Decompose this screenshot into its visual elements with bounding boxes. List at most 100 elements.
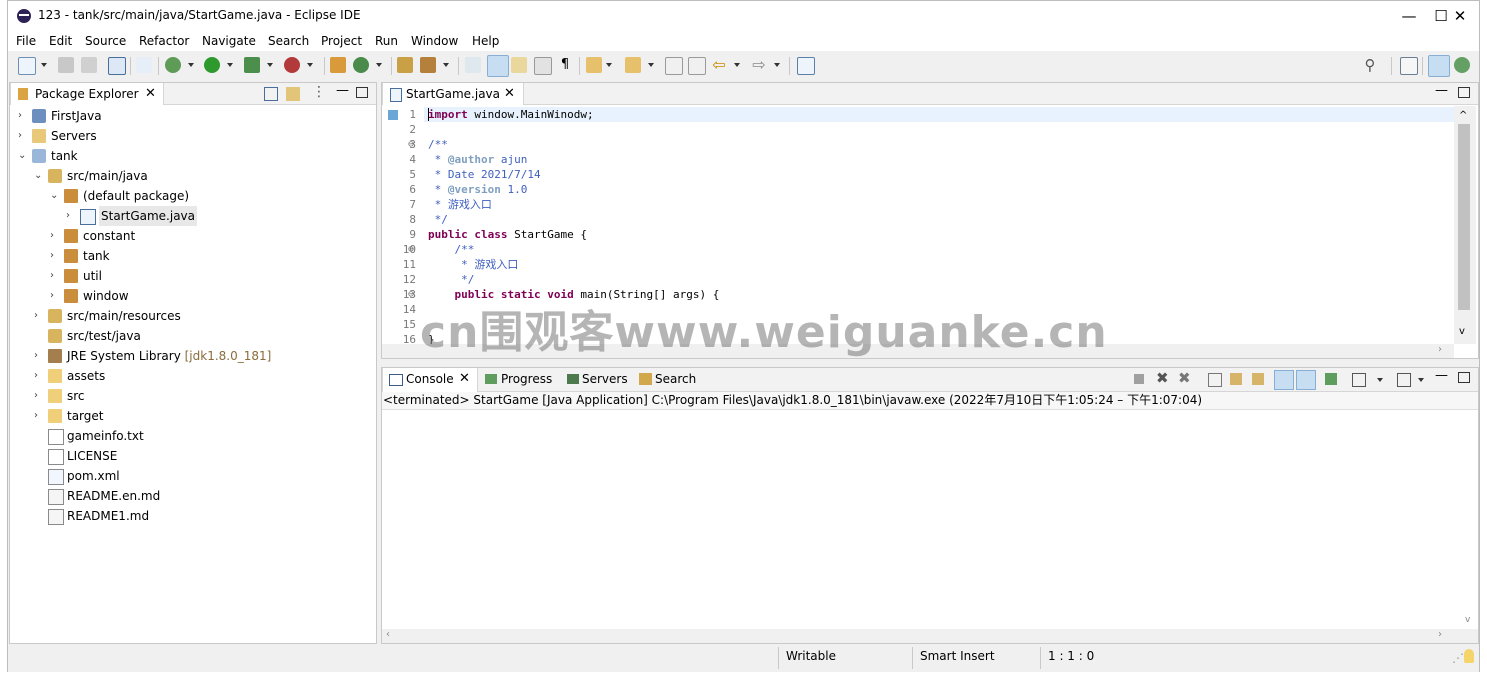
chevron-right-icon[interactable]: › (34, 306, 44, 326)
next-annotation-icon[interactable] (586, 57, 602, 73)
tree-item[interactable]: ⌄ (default package) (10, 186, 376, 206)
toggle-word-wrap-icon[interactable] (511, 57, 527, 73)
tree-item[interactable]: › StartGame.java (10, 206, 376, 226)
menu-navigate[interactable]: Navigate (202, 34, 256, 48)
save-all-icon[interactable] (81, 57, 97, 73)
open-task-icon[interactable] (420, 57, 436, 73)
back-icon[interactable]: ⇦ (711, 57, 727, 73)
next-annotation-dropdown-icon[interactable] (606, 63, 612, 67)
chevron-down-icon[interactable]: v (1459, 326, 1465, 337)
new-dropdown-icon[interactable] (41, 63, 47, 67)
chevron-right-icon[interactable]: › (18, 106, 28, 126)
chevron-down-icon[interactable]: ⌄ (50, 186, 60, 206)
quick-access-search-icon[interactable]: ⚲ (1362, 57, 1378, 73)
tab-search[interactable]: Search (637, 368, 707, 390)
new-class-dropdown-icon[interactable] (376, 63, 382, 67)
tab-startgame-java[interactable]: StartGame.java ✕ (382, 83, 524, 105)
fold-toggle-icon[interactable]: ⊖ (404, 137, 418, 152)
chevron-right-icon[interactable]: › (34, 366, 44, 386)
chevron-right-icon[interactable]: › (34, 346, 44, 366)
minimize-view-icon[interactable]: — (1435, 83, 1448, 98)
terminal-icon[interactable] (108, 57, 126, 75)
tree-item[interactable]: › Servers (10, 126, 376, 146)
chevron-down-icon[interactable]: ⌄ (34, 166, 44, 186)
toggle-mark-occurrences-icon[interactable] (487, 55, 509, 77)
previous-annotation-icon[interactable] (625, 57, 641, 73)
close-icon[interactable]: ✕ (504, 83, 515, 105)
maximize-view-icon[interactable] (1458, 87, 1470, 98)
minimize-view-icon[interactable]: — (1435, 368, 1448, 383)
tree-item[interactable]: ⌄ tank (10, 146, 376, 166)
chevron-right-icon[interactable]: › (66, 206, 76, 226)
remove-launch-icon[interactable]: ✖ (1156, 369, 1169, 387)
open-console-icon[interactable] (1397, 373, 1411, 387)
skip-breakpoints-icon[interactable] (136, 57, 152, 73)
tree-item[interactable]: › window (10, 286, 376, 306)
open-type-icon[interactable] (397, 57, 413, 73)
editor-vertical-scrollbar[interactable]: ^ v (1454, 106, 1476, 344)
debug-perspective-icon[interactable] (1454, 57, 1470, 73)
coverage-dropdown-icon[interactable] (267, 63, 273, 67)
clear-console-icon[interactable] (1208, 373, 1222, 387)
console-output[interactable] (382, 411, 1462, 627)
console-horizontal-scrollbar[interactable]: ‹ › (382, 629, 1478, 643)
coverage-icon[interactable] (244, 57, 260, 73)
search-icon[interactable] (465, 57, 481, 73)
tree-item[interactable]: › assets (10, 366, 376, 386)
fold-toggle-icon[interactable]: ⊖ (404, 242, 418, 257)
tree-item[interactable]: pom.xml (10, 466, 376, 486)
chevron-right-icon[interactable]: › (50, 226, 60, 246)
menu-project[interactable]: Project (321, 34, 362, 48)
last-edit-location-icon[interactable] (665, 57, 683, 75)
tree-item[interactable]: gameinfo.txt (10, 426, 376, 446)
chevron-right-icon[interactable]: › (50, 286, 60, 306)
task-dropdown-icon[interactable] (443, 63, 449, 67)
tree-item[interactable]: › tank (10, 246, 376, 266)
tree-item[interactable]: README.en.md (10, 486, 376, 506)
tree-item[interactable]: › JRE System Library [jdk1.8.0_181] (10, 346, 376, 366)
forward-edit-icon[interactable] (688, 57, 706, 75)
menu-window[interactable]: Window (411, 34, 458, 48)
chevron-right-icon[interactable]: › (50, 246, 60, 266)
new-icon[interactable] (18, 57, 36, 75)
chevron-right-icon[interactable]: › (1438, 344, 1442, 355)
save-icon[interactable] (58, 57, 74, 73)
chevron-down-icon[interactable]: v (1465, 615, 1470, 625)
chevron-right-icon[interactable]: › (18, 126, 28, 146)
external-tools-dropdown-icon[interactable] (307, 63, 313, 67)
remove-all-terminated-icon[interactable]: ✖ (1178, 369, 1191, 387)
display-console-icon[interactable] (1352, 373, 1366, 387)
menu-source[interactable]: Source (85, 34, 126, 48)
previous-annotation-dropdown-icon[interactable] (648, 63, 654, 67)
tree-item[interactable]: ⌄ src/main/java (10, 166, 376, 186)
chevron-right-icon[interactable]: › (34, 386, 44, 406)
menu-edit[interactable]: Edit (49, 34, 72, 48)
close-icon[interactable]: ✕ (459, 368, 470, 390)
tree-item[interactable]: › target (10, 406, 376, 426)
tree-item[interactable]: LICENSE (10, 446, 376, 466)
tree-item[interactable]: src/test/java (10, 326, 376, 346)
run-icon[interactable] (204, 57, 220, 73)
scroll-thumb[interactable] (1458, 124, 1470, 310)
back-dropdown-icon[interactable] (734, 63, 740, 67)
tab-console[interactable]: Console ✕ (382, 368, 478, 392)
new-java-package-icon[interactable] (330, 57, 346, 73)
menu-help[interactable]: Help (472, 34, 499, 48)
close-icon[interactable]: ✕ (145, 83, 156, 105)
minimize-view-icon[interactable]: — (336, 83, 349, 98)
external-tools-icon[interactable] (284, 57, 300, 73)
link-with-editor-icon[interactable] (286, 87, 300, 101)
chevron-right-icon[interactable]: › (34, 406, 44, 426)
show-on-stderr-icon[interactable] (1296, 370, 1316, 390)
open-console-dropdown-icon[interactable] (1418, 378, 1424, 382)
tree-item[interactable]: › src/main/resources (10, 306, 376, 326)
fold-toggle-icon[interactable]: ⊖ (404, 287, 418, 302)
tree-item[interactable]: › FirstJava (10, 106, 376, 126)
show-whitespace-icon[interactable]: ¶ (557, 57, 573, 73)
view-menu-icon[interactable]: ⋮ (312, 84, 326, 100)
tree-item[interactable]: › src (10, 386, 376, 406)
show-on-stdout-icon[interactable] (1274, 370, 1294, 390)
menu-file[interactable]: File (16, 34, 36, 48)
tab-package-explorer[interactable]: Package Explorer ✕ (10, 83, 164, 105)
pin-editor-icon[interactable] (797, 57, 815, 75)
